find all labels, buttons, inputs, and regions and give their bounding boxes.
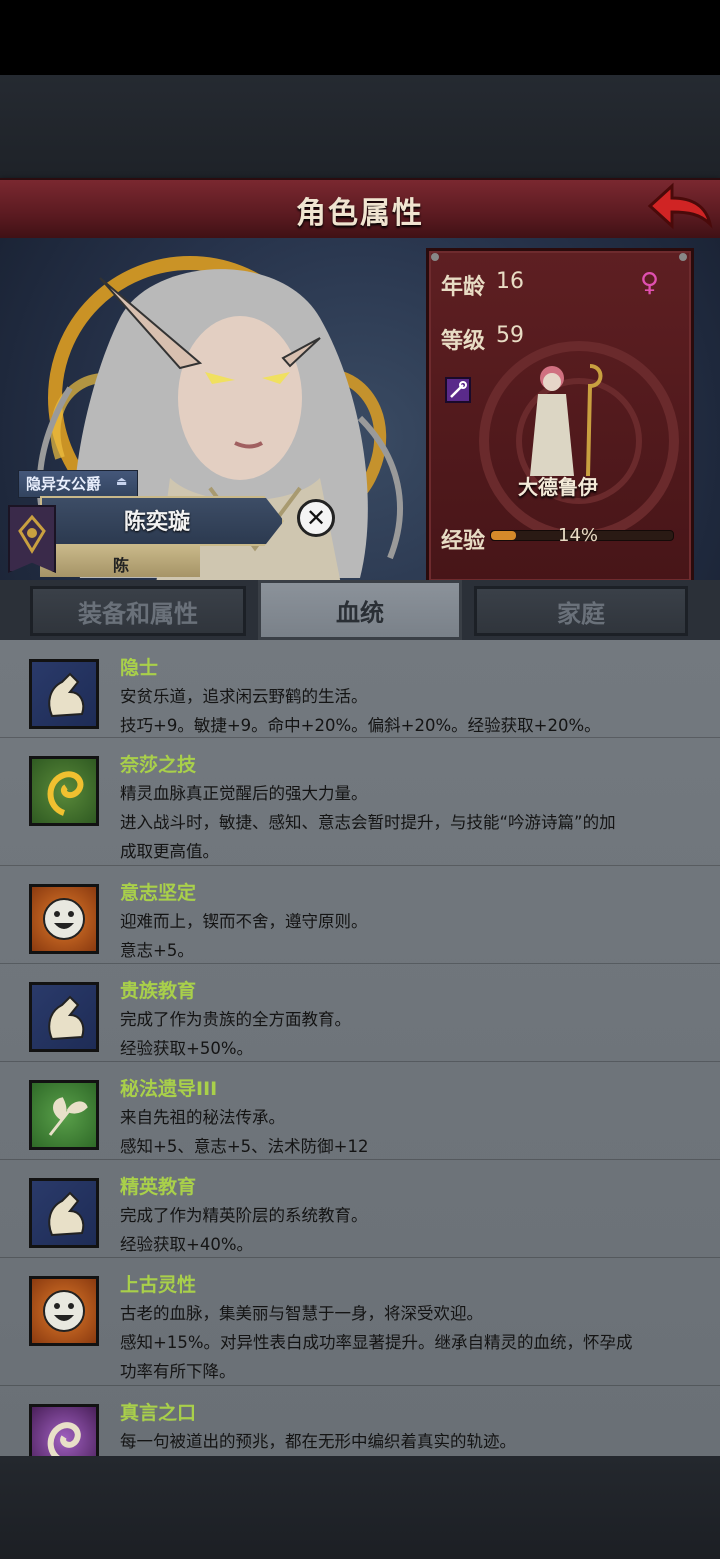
family-name: 陈 (113, 556, 130, 575)
trait-description-line: 进入战斗时，敏捷、感知、意志会暂时提升，与技能“吟游诗篇”的加 (120, 813, 616, 832)
tab-equipment[interactable]: 装备和属性 (30, 586, 246, 636)
trait-row[interactable]: 真言之口每一句被道出的预兆，都在无形中编织着真实的轨迹。 (0, 1385, 720, 1456)
page-title: 角色属性 (296, 196, 424, 231)
trait-description-line: 功率有所下降。 (120, 1362, 236, 1381)
trait-description-line: 感知+15%。对异性表白成功率显著提升。继承自精灵的血统，怀孕成 (120, 1333, 633, 1352)
close-icon[interactable]: ✕ (297, 499, 335, 537)
trait-description-line: 每一句被道出的预兆，都在无形中编织着真实的轨迹。 (120, 1432, 516, 1451)
trait-row[interactable]: 隐士安贫乐道，追求闲云野鹤的生活。技巧+9。敏捷+9。命中+20%。偏斜+20%… (0, 640, 720, 738)
trait-row[interactable]: 贵族教育完成了作为贵族的全方面教育。 经验获取+50%。 (0, 963, 720, 1062)
trait-description-line: 经验获取+50%。 (120, 1039, 253, 1058)
character-name: 陈奕璇 (124, 510, 191, 535)
class-name: 大德鲁伊 (518, 475, 598, 499)
trait-description-line: 迎难而上，锲而不舍，遵守原则。 (120, 912, 368, 931)
trait-description-line: 感知+5、意志+5、法术防御+12 (120, 1137, 369, 1156)
trait-row[interactable]: 上古灵性古老的血脉，集美丽与智慧于一身，将深受欢迎。感知+15%。对异性表白成功… (0, 1257, 720, 1386)
smile-icon (29, 884, 99, 954)
arm-icon (29, 659, 99, 729)
header-band (0, 75, 720, 180)
back-arrow-icon (647, 182, 713, 230)
spiral-icon (29, 756, 99, 826)
trait-name: 隐士 (120, 657, 159, 679)
trait-description-line: 经验获取+40%。 (120, 1235, 253, 1254)
trait-description-line: 古老的血脉，集美丽与智慧于一身，将深受欢迎。 (120, 1304, 483, 1323)
trait-description-line: 成取更高值。 (120, 842, 219, 861)
back-button[interactable] (640, 180, 714, 236)
trait-row[interactable]: 奈莎之技精灵血脉真正觉醒后的强大力量。进入战斗时，敏捷、感知、意志会暂时提升，与… (0, 737, 720, 866)
trait-row[interactable]: 秘法遗导III 来自先祖的秘法传承。感知+5、意志+5、法术防御+12 (0, 1061, 720, 1160)
crown-icon: ⏏ (116, 474, 128, 488)
trait-name: 奈莎之技 (120, 754, 197, 776)
trait-description-line: 精灵血脉真正觉醒后的强大力量。 (120, 784, 368, 803)
bottom-band (0, 1456, 720, 1559)
status-bar (0, 0, 720, 75)
staff-class-icon[interactable] (445, 377, 471, 403)
leaf-icon (29, 1080, 99, 1150)
trait-description-line: 完成了作为贵族的全方面教育。 (120, 1010, 351, 1029)
trait-name: 上古灵性 (120, 1274, 197, 1296)
level-label: 等级 (441, 329, 486, 354)
whirl-icon (29, 1404, 99, 1456)
exp-percent: 14% (558, 525, 599, 546)
class-figure (530, 364, 603, 477)
trait-name: 秘法遗导III (120, 1078, 218, 1100)
exp-bar-fill (491, 531, 517, 540)
age-value: 16 (496, 269, 524, 294)
trait-description-line: 来自先祖的秘法传承。 (120, 1108, 285, 1127)
trait-name: 意志坚定 (120, 882, 197, 904)
female-icon: ♀ (640, 268, 660, 298)
tab-bloodline[interactable]: 血统 (258, 580, 462, 640)
family-banner-icon (8, 505, 56, 573)
arm-icon (29, 982, 99, 1052)
trait-description-line: 完成了作为精英阶层的系统教育。 (120, 1206, 368, 1225)
trait-name: 真言之口 (120, 1402, 197, 1424)
title-badge-text: 隐异女公爵 (26, 475, 102, 493)
trait-description-line: 技巧+9。敏捷+9。命中+20%。偏斜+20%。经验获取+20%。 (120, 716, 601, 735)
trait-name: 精英教育 (120, 1176, 197, 1198)
arm-icon (29, 1178, 99, 1248)
trait-description-line: 意志+5。 (120, 941, 194, 960)
age-label: 年龄 (441, 275, 486, 300)
trait-row[interactable]: 精英教育完成了作为精英阶层的系统教育。 经验获取+40%。 (0, 1159, 720, 1258)
tab-bar: 装备和属性 血统 家庭 (0, 580, 720, 640)
tab-family[interactable]: 家庭 (474, 586, 688, 636)
trait-name: 贵族教育 (120, 980, 197, 1002)
smile-icon (29, 1276, 99, 1346)
exp-label: 经验 (441, 529, 486, 554)
trait-row[interactable]: 意志坚定迎难而上，锲而不舍，遵守原则。 意志+5。 (0, 865, 720, 964)
trait-list[interactable]: 隐士安贫乐道，追求闲云野鹤的生活。技巧+9。敏捷+9。命中+20%。偏斜+20%… (0, 640, 720, 1456)
level-value: 59 (496, 323, 524, 348)
trait-description-line: 安贫乐道，追求闲云野鹤的生活。 (120, 687, 368, 706)
